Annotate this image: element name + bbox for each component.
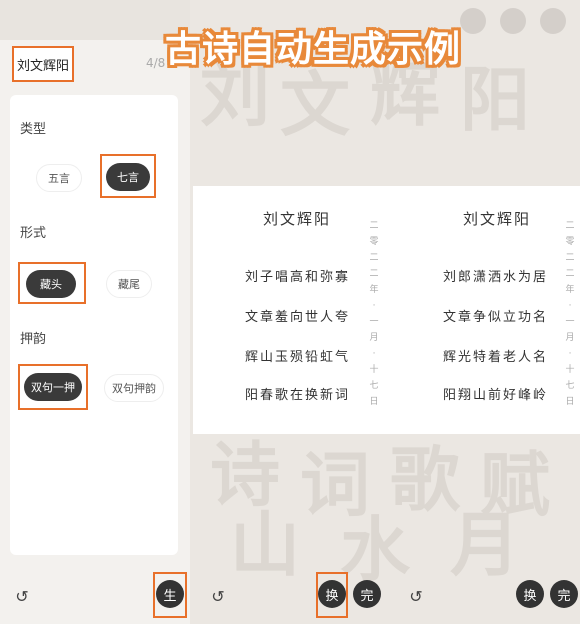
option-tail-acrostic[interactable]: 藏尾 [106,270,152,298]
swap-button[interactable]: 换 [318,580,346,608]
undo-icon[interactable]: ↺ [402,582,430,610]
option-five-char[interactable]: 五言 [36,164,82,192]
option-rhyme-double[interactable]: 双句一押 [24,373,82,401]
top-dot-icon[interactable] [500,8,526,34]
option-head-acrostic[interactable]: 藏头 [26,270,76,298]
rhyme-label: 押韵 [20,332,47,347]
name-input[interactable]: 刘文辉阳 [12,46,74,82]
poem-line: 阳翔山前好峰岭 [443,388,549,403]
poem-line: 辉山玉殒铅虹气 [245,350,351,365]
swap-button[interactable]: 换 [516,580,544,608]
done-button[interactable]: 完 [353,580,381,608]
poem-line: 文章争似立功名 [443,310,549,325]
poem-line: 阳春歌在换新词 [245,388,351,403]
done-button[interactable]: 完 [550,580,578,608]
poem-date: 二零二二年·一月·十七日 [565,221,575,407]
option-rhyme-even[interactable]: 双句押韵 [104,374,164,402]
option-seven-char[interactable]: 七言 [106,163,150,191]
undo-icon[interactable]: ↺ [8,582,36,610]
poem-title: 刘文辉阳 [463,210,532,228]
top-controls [460,8,566,34]
poem-line: 辉光特着老人名 [443,350,549,365]
poem-line: 刘子唱高和弥寡 [245,270,351,285]
type-label: 类型 [20,122,47,137]
banner-title: 古诗自动生成示例 [165,29,462,70]
poem-display: 刘文辉阳 刘子唱高和弥寡 文章羞向世人夸 辉山玉殒铅虹气 阳春歌在换新词 二零二… [193,186,580,434]
generate-button[interactable]: 生 [156,580,184,608]
poem-title: 刘文辉阳 [263,210,332,228]
top-dot-icon[interactable] [540,8,566,34]
poem-date: 二零二二年·一月·十七日 [369,221,379,407]
poem-line: 文章羞向世人夸 [245,310,351,325]
poem-line: 刘郎潇洒水为居 [443,270,549,285]
char-counter: 4/8 [146,56,166,70]
form-label: 形式 [20,226,47,241]
top-dot-icon[interactable] [460,8,486,34]
undo-icon[interactable]: ↺ [204,582,232,610]
